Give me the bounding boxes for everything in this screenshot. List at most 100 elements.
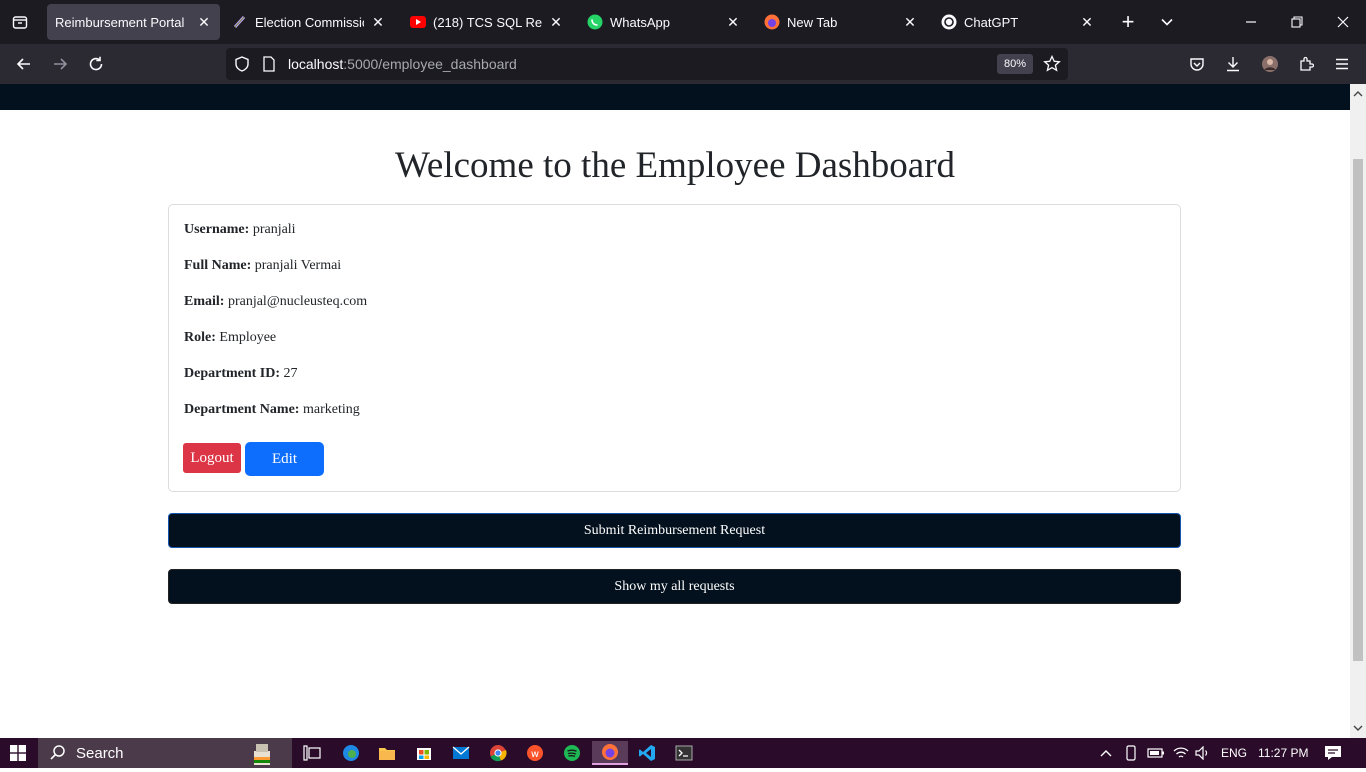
minimize-icon[interactable]: [1228, 0, 1274, 44]
back-icon[interactable]: [6, 48, 42, 80]
close-icon[interactable]: ✕: [902, 14, 918, 30]
browser-tab-strip: Reimbursement Portal ✕ Election Commissi…: [0, 0, 1366, 44]
url-bar[interactable]: localhost:5000/employee_dashboard 80%: [226, 48, 1068, 80]
extensions-icon[interactable]: [1290, 48, 1322, 80]
url-path: :5000/employee_dashboard: [343, 56, 517, 72]
spotify-icon[interactable]: [554, 741, 590, 765]
show-requests-button[interactable]: Show my all requests: [168, 569, 1181, 604]
field-label: Department Name:: [184, 402, 300, 417]
mail-icon[interactable]: [443, 741, 479, 765]
field-label: Role:: [184, 330, 216, 345]
tab-title: Election Commission of: [255, 14, 364, 30]
shield-icon[interactable]: [234, 56, 250, 77]
brave-icon[interactable]: w: [517, 741, 553, 765]
show-hidden-icons[interactable]: [1099, 738, 1113, 768]
page-scrollbar[interactable]: [1350, 84, 1366, 738]
menu-icon[interactable]: [1326, 48, 1358, 80]
edit-button[interactable]: Edit: [245, 442, 324, 476]
task-view-icon[interactable]: [294, 741, 330, 765]
taskbar-search-box[interactable]: Search: [38, 738, 292, 768]
wifi-icon[interactable]: [1173, 738, 1189, 768]
chevron-down-icon[interactable]: [1149, 4, 1185, 40]
tab-title: New Tab: [787, 14, 838, 30]
close-icon[interactable]: ✕: [370, 14, 386, 30]
window-close-icon[interactable]: [1320, 0, 1366, 44]
chrome-icon[interactable]: [480, 741, 516, 765]
svg-text:w: w: [531, 749, 539, 760]
field-value: pranjal@nucleusteq.com: [227, 294, 368, 309]
field-label: Username:: [184, 222, 250, 237]
tab-title: ChatGPT: [964, 14, 1019, 30]
page-title: Welcome to the Employee Dashboard: [394, 145, 956, 186]
restore-icon[interactable]: [1274, 0, 1320, 44]
scrollbar-thumb[interactable]: [1353, 159, 1363, 661]
tab-list-icon[interactable]: [0, 0, 40, 44]
firefox-icon: [764, 14, 780, 30]
department-name-row: Department Name: marketing: [184, 402, 360, 418]
tab-reimbursement-portal[interactable]: Reimbursement Portal ✕: [47, 4, 220, 40]
chatgpt-icon: [941, 14, 957, 30]
windows-taskbar: Search w ENG 11:27 PM: [0, 738, 1366, 768]
employee-info-card: Username: pranjali Full Name: pranjali V…: [168, 204, 1181, 492]
submit-reimbursement-button[interactable]: Submit Reimbursement Request: [168, 513, 1181, 548]
vscode-icon[interactable]: [629, 741, 665, 765]
scroll-down-icon[interactable]: [1350, 720, 1366, 736]
terminal-icon[interactable]: [666, 741, 702, 765]
new-tab-icon[interactable]: +: [1110, 4, 1146, 40]
field-label: Full Name:: [184, 258, 252, 273]
file-explorer-icon[interactable]: [369, 741, 405, 765]
volume-icon[interactable]: [1195, 738, 1211, 768]
username-row: Username: pranjali: [184, 222, 296, 238]
microsoft-store-icon[interactable]: [406, 741, 442, 765]
field-value: marketing: [302, 402, 360, 417]
close-icon[interactable]: ✕: [196, 14, 212, 30]
field-value: 27: [283, 366, 298, 381]
notification-icon[interactable]: [1324, 738, 1342, 768]
tab-youtube[interactable]: (218) TCS SQL Real Inte ✕: [402, 4, 572, 40]
tab-election-commission[interactable]: Election Commission of ✕: [224, 4, 394, 40]
edge-icon[interactable]: [333, 741, 369, 765]
page-icon[interactable]: [262, 56, 276, 77]
url-text[interactable]: localhost:5000/employee_dashboard: [288, 56, 517, 72]
search-highlight-icon: [248, 739, 276, 772]
field-value: pranjali Vermai: [254, 258, 342, 273]
clock[interactable]: 11:27 PM: [1258, 738, 1308, 768]
scroll-up-icon[interactable]: [1350, 86, 1366, 102]
tab-whatsapp[interactable]: WhatsApp ✕: [579, 4, 749, 40]
search-icon: [49, 744, 67, 767]
tab-title: Reimbursement Portal: [55, 14, 185, 30]
windows-start-icon[interactable]: [0, 738, 36, 768]
site-navbar: [0, 84, 1350, 110]
close-icon[interactable]: ✕: [725, 14, 741, 30]
pocket-icon[interactable]: [1181, 48, 1213, 80]
forward-icon[interactable]: [42, 48, 78, 80]
account-avatar-icon[interactable]: [1254, 48, 1286, 80]
youtube-icon: [410, 14, 426, 30]
battery-icon[interactable]: [1147, 738, 1165, 768]
bookmark-star-icon[interactable]: [1043, 54, 1061, 78]
whatsapp-icon: [587, 14, 603, 30]
firefox-taskbar-icon[interactable]: [592, 741, 628, 765]
role-row: Role: Employee: [184, 330, 276, 346]
department-id-row: Department ID: 27: [184, 366, 298, 382]
tab-title: WhatsApp: [610, 14, 670, 30]
close-icon[interactable]: ✕: [1079, 14, 1095, 30]
language-indicator[interactable]: ENG: [1221, 738, 1247, 768]
page-viewport: Welcome to the Employee Dashboard Userna…: [0, 84, 1350, 738]
close-icon[interactable]: ✕: [548, 14, 564, 30]
url-host: localhost: [288, 56, 344, 72]
zoom-level-badge[interactable]: 80%: [997, 54, 1033, 74]
tab-title: (218) TCS SQL Real Inte: [433, 14, 542, 30]
reload-icon[interactable]: [78, 48, 114, 80]
phone-link-icon[interactable]: [1124, 738, 1138, 768]
field-value: Employee: [219, 330, 277, 345]
browser-nav-bar: localhost:5000/employee_dashboard 80%: [0, 44, 1366, 84]
download-icon[interactable]: [1217, 48, 1249, 80]
tab-new-tab[interactable]: New Tab ✕: [756, 4, 926, 40]
tab-chatgpt[interactable]: ChatGPT ✕: [933, 4, 1103, 40]
email-row: Email: pranjal@nucleusteq.com: [184, 294, 367, 310]
field-label: Email:: [184, 294, 225, 309]
field-value: pranjali: [252, 222, 296, 237]
logout-button[interactable]: Logout: [183, 443, 241, 473]
eci-icon: [232, 14, 248, 30]
